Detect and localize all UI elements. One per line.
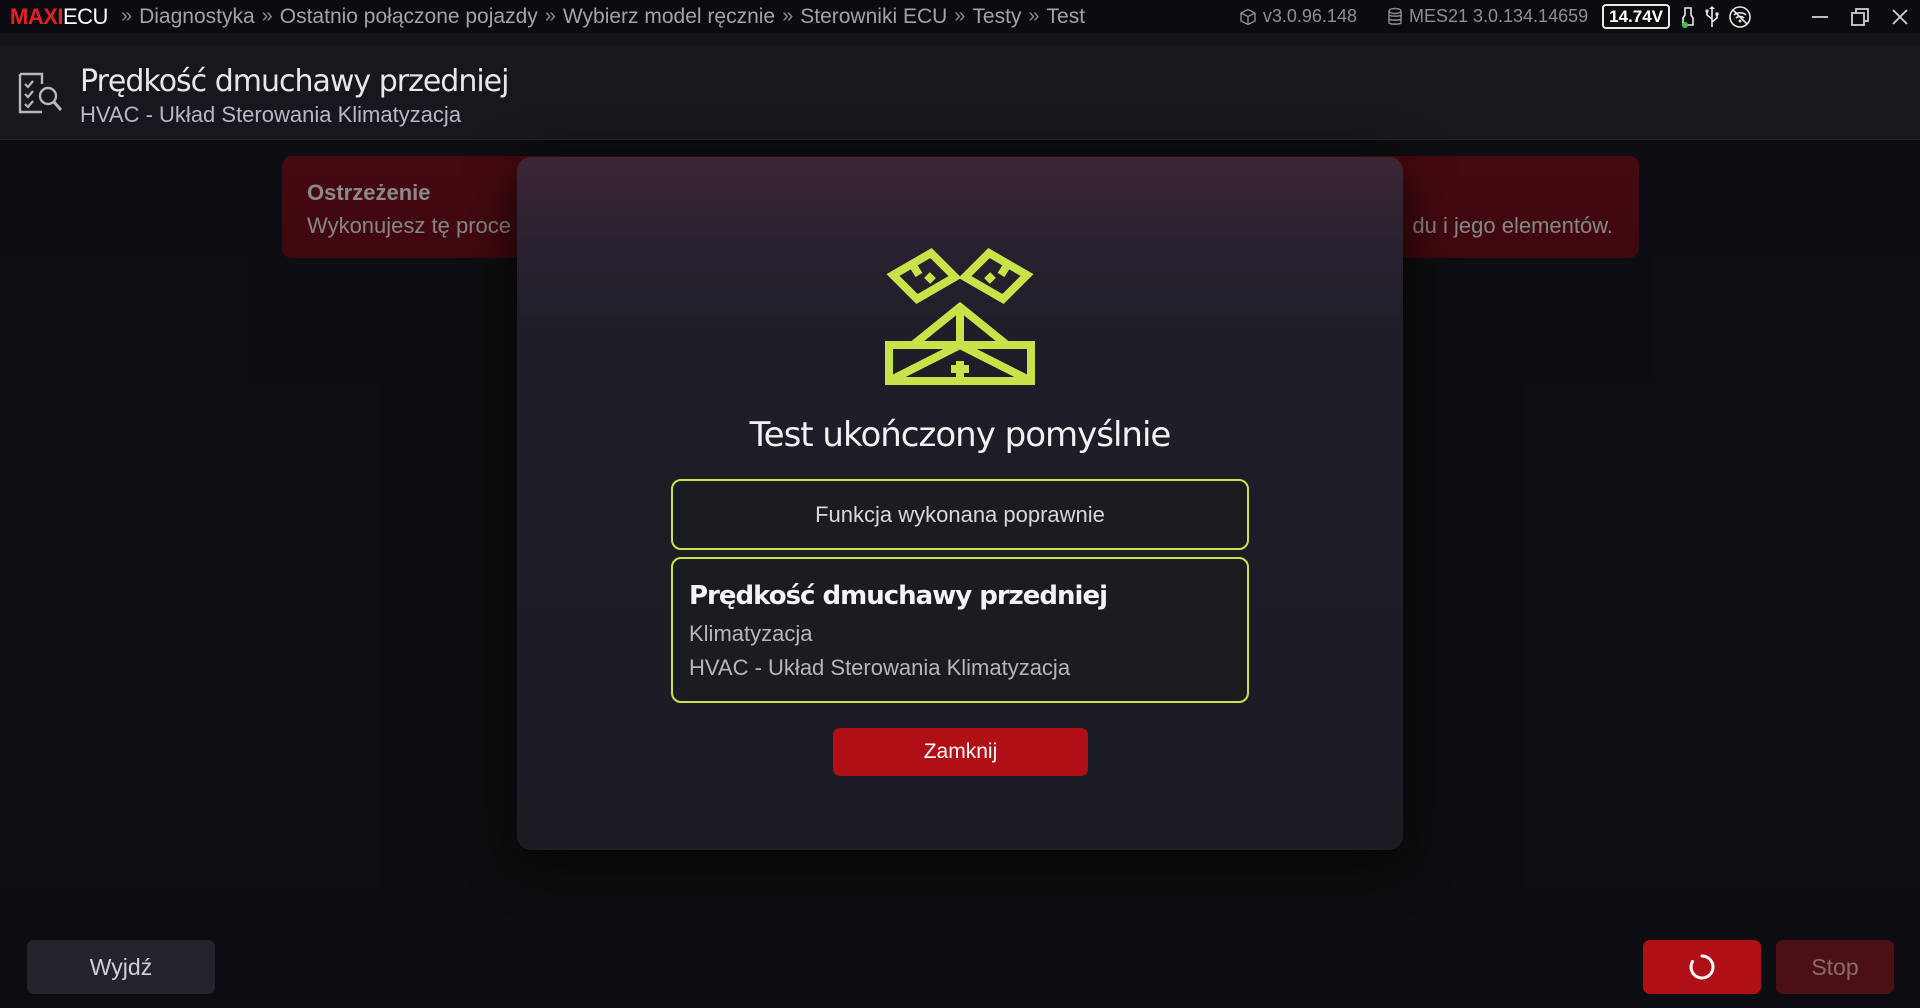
breadcrumb-separator-icon: » <box>261 5 273 27</box>
close-window-button[interactable] <box>1880 0 1920 33</box>
page-title: Prędkość dmuchawy przedniej <box>80 64 509 99</box>
database-icon <box>1388 7 1402 25</box>
database-version: MES21 3.0.134.14659 <box>1387 6 1588 27</box>
breadcrumb-separator-icon: » <box>782 5 794 27</box>
test-system: Klimatyzacja <box>689 621 813 646</box>
restore-button[interactable] <box>1840 0 1880 33</box>
breadcrumb-item-test: Test <box>1046 4 1086 28</box>
loading-button[interactable] <box>1643 940 1761 994</box>
close-dialog-button[interactable]: Zamknij <box>833 728 1088 776</box>
finish-flags-icon <box>885 247 1035 385</box>
usb-icon <box>1704 5 1720 29</box>
title-bar: MAXIECU » Diagnostyka » Ostatnio połączo… <box>0 0 1920 33</box>
stop-button[interactable]: Stop <box>1776 940 1894 994</box>
breadcrumb-item-ecu[interactable]: Sterowniki ECU <box>800 5 947 29</box>
close-icon <box>1892 8 1908 25</box>
test-result-dialog: Test ukończony pomyślnie Funkcja wykonan… <box>517 157 1403 850</box>
minimize-button[interactable] <box>1800 0 1840 33</box>
vci-connection-icon <box>1680 5 1696 29</box>
wifi-off-icon <box>1728 5 1752 29</box>
dialog-title: Test ukończony pomyślnie <box>749 415 1172 455</box>
page-subtitle: HVAC - Układ Sterowania Klimatyzacja <box>80 102 462 127</box>
breadcrumb-item-recent-vehicles[interactable]: Ostatnio połączone pojazdy <box>280 5 538 29</box>
cube-icon <box>1240 8 1256 25</box>
breadcrumb-separator-icon: » <box>954 5 966 27</box>
voltage-badge: 14.74V <box>1602 4 1670 29</box>
breadcrumb-item-tests[interactable]: Testy <box>972 5 1021 29</box>
spinner-icon <box>1689 954 1715 980</box>
app-version: v3.0.96.148 <box>1239 6 1357 27</box>
breadcrumb-separator-icon: » <box>544 5 556 27</box>
footer-bar: Wyjdź Stop <box>0 920 1920 1008</box>
page-header: Prędkość dmuchawy przedniej HVAC - Układ… <box>0 46 1920 140</box>
breadcrumb-separator-icon: » <box>1028 5 1040 27</box>
test-info-card: Prędkość dmuchawy przedniej Klimatyzacja… <box>671 557 1249 703</box>
result-status: Funkcja wykonana poprawnie <box>671 479 1249 550</box>
diagnostic-report-icon <box>18 72 63 114</box>
restore-icon <box>1851 7 1869 26</box>
test-name: Prędkość dmuchawy przedniej <box>689 581 1108 611</box>
window-controls <box>1800 0 1920 33</box>
breadcrumb-separator-icon: » <box>120 5 133 27</box>
breadcrumb-item-manual-model[interactable]: Wybierz model ręcznie <box>563 5 775 29</box>
exit-button[interactable]: Wyjdź <box>27 940 215 994</box>
minimize-icon <box>1812 15 1828 18</box>
app-logo: MAXIECU <box>10 3 108 29</box>
test-module: HVAC - Układ Sterowania Klimatyzacja <box>689 655 1071 680</box>
status-area: v3.0.96.148 MES21 3.0.134.14659 14.74V <box>1239 0 1920 33</box>
breadcrumb-item-diagnostyka[interactable]: Diagnostyka <box>139 5 255 29</box>
breadcrumb: » Diagnostyka » Ostatnio połączone pojaz… <box>114 5 1085 29</box>
